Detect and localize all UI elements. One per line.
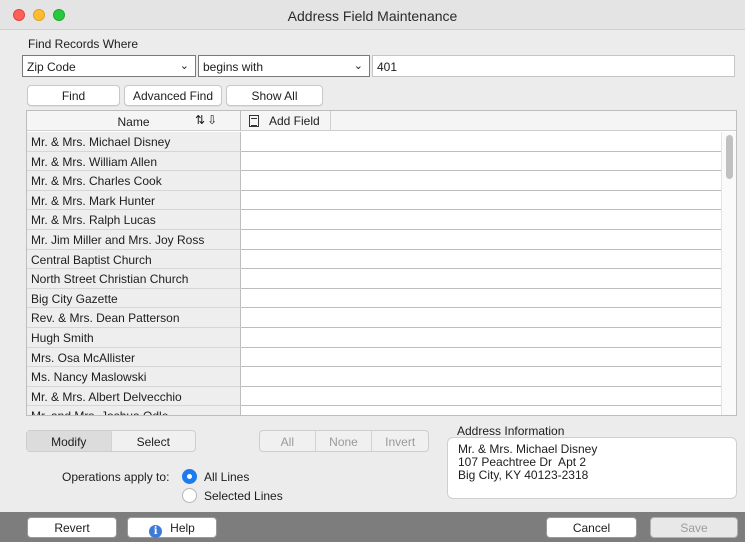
address-line-3: Big City, KY 40123-2318 xyxy=(458,468,589,482)
operations-label: Operations apply to: xyxy=(62,470,170,484)
field-cell[interactable] xyxy=(241,269,721,289)
table-row[interactable]: Mr. & Mrs. Mark Hunter xyxy=(27,190,736,211)
sort-custom-icon[interactable]: ⇩ xyxy=(207,113,219,127)
field-cell[interactable] xyxy=(241,249,721,270)
table-row[interactable]: Mrs. Osa McAllister xyxy=(27,347,736,368)
selected-lines-label[interactable]: Selected Lines xyxy=(204,489,283,503)
search-value-input[interactable]: 401 xyxy=(372,55,735,77)
table-row[interactable]: Mr. & Mrs. William Allen xyxy=(27,151,736,172)
all-lines-label[interactable]: All Lines xyxy=(204,470,249,484)
advanced-find-button[interactable]: Advanced Find xyxy=(124,85,222,106)
name-cell: Rev. & Mrs. Dean Patterson xyxy=(27,308,241,328)
field-cell[interactable] xyxy=(241,367,721,387)
table-row[interactable]: Big City Gazette xyxy=(27,288,736,309)
help-label: Help xyxy=(170,521,195,535)
find-button[interactable]: Find xyxy=(27,85,120,106)
field-select[interactable]: Zip Code ⌄ xyxy=(22,55,196,77)
name-cell: Hugh Smith xyxy=(27,327,241,348)
name-cell: North Street Christian Church xyxy=(27,269,241,289)
table-row[interactable]: Mr. & Mrs. Charles Cook xyxy=(27,171,736,191)
name-cell: Mr. & Mrs. Charles Cook xyxy=(27,171,241,191)
records-table: Name ⇅⇩ Add Field Mr. & Mrs. Michael Dis… xyxy=(26,110,737,416)
all-lines-radio[interactable] xyxy=(182,469,197,484)
save-button[interactable]: Save xyxy=(650,517,738,538)
help-button[interactable]: i Help xyxy=(127,517,217,538)
table-row[interactable]: Mr. and Mrs. Joshua Odle xyxy=(27,406,736,415)
field-cell[interactable] xyxy=(241,132,721,152)
name-cell: Mr. & Mrs. Michael Disney xyxy=(27,132,241,152)
revert-button[interactable]: Revert xyxy=(27,517,117,538)
scrollbar-thumb[interactable] xyxy=(726,135,733,179)
table-row[interactable]: Mr. Jim Miller and Mrs. Joy Ross xyxy=(27,229,736,250)
name-header-label: Name xyxy=(117,115,150,129)
operator-select[interactable]: begins with ⌄ xyxy=(198,55,370,77)
table-rows: Mr. & Mrs. Michael Disney Mr. & Mrs. Wil… xyxy=(27,132,736,415)
sort-az-icon[interactable]: ⇅ xyxy=(195,113,207,127)
table-row[interactable]: Mr. & Mrs. Albert Delvecchio xyxy=(27,386,736,407)
selected-lines-radio[interactable] xyxy=(182,488,197,503)
table-row[interactable]: Mr. & Mrs. Michael Disney xyxy=(27,132,736,152)
field-cell[interactable] xyxy=(241,210,721,230)
field-cell[interactable] xyxy=(241,406,721,415)
name-cell: Ms. Nancy Maslowski xyxy=(27,367,241,387)
table-header: Name ⇅⇩ Add Field xyxy=(27,111,736,131)
modify-mode-button[interactable]: Modify xyxy=(27,431,112,451)
invert-selection-button[interactable]: Invert xyxy=(372,431,428,451)
window-title: Address Field Maintenance xyxy=(287,8,458,24)
field-cell[interactable] xyxy=(241,190,721,211)
field-cell[interactable] xyxy=(241,386,721,407)
mode-segmented-control: Modify Select xyxy=(26,430,196,452)
show-all-button[interactable]: Show All xyxy=(226,85,323,106)
cancel-button[interactable]: Cancel xyxy=(546,517,637,538)
title-bar: Address Field Maintenance xyxy=(0,0,745,30)
select-mode-button[interactable]: Select xyxy=(112,431,196,451)
sort-icons: ⇅⇩ xyxy=(195,113,219,127)
table-scrollbar[interactable] xyxy=(721,132,736,415)
table-row[interactable]: Mr. & Mrs. Ralph Lucas xyxy=(27,210,736,230)
field-cell[interactable] xyxy=(241,347,721,368)
address-field-maintenance-window: Address Field Maintenance Find Records W… xyxy=(0,0,745,542)
field-cell[interactable] xyxy=(241,171,721,191)
operator-select-value: begins with xyxy=(203,60,264,74)
name-column-header[interactable]: Name ⇅⇩ xyxy=(27,111,241,131)
find-records-label: Find Records Where xyxy=(28,37,139,51)
table-row[interactable]: Rev. & Mrs. Dean Patterson xyxy=(27,308,736,328)
add-field-button[interactable]: Add Field xyxy=(241,111,331,131)
field-cell[interactable] xyxy=(241,288,721,309)
table-row[interactable]: Central Baptist Church xyxy=(27,249,736,270)
name-cell: Mrs. Osa McAllister xyxy=(27,347,241,368)
document-icon xyxy=(249,115,259,127)
select-none-button[interactable]: None xyxy=(316,431,373,451)
name-cell: Mr. & Mrs. Mark Hunter xyxy=(27,190,241,211)
bottom-toolbar: Revert i Help Cancel Save xyxy=(0,512,745,542)
field-select-value: Zip Code xyxy=(27,60,76,74)
chevron-down-icon: ⌄ xyxy=(179,60,189,72)
table-row[interactable]: Hugh Smith xyxy=(27,327,736,348)
field-cell[interactable] xyxy=(241,151,721,172)
select-all-button[interactable]: All xyxy=(260,431,316,451)
add-field-label: Add Field xyxy=(269,114,320,128)
field-cell[interactable] xyxy=(241,327,721,348)
field-cell[interactable] xyxy=(241,308,721,328)
name-cell: Big City Gazette xyxy=(27,288,241,309)
address-information-box: Mr. & Mrs. Michael Disney 107 Peachtree … xyxy=(447,437,737,499)
name-cell: Mr. and Mrs. Joshua Odle xyxy=(27,406,241,415)
chevron-down-icon: ⌄ xyxy=(353,60,363,72)
name-cell: Mr. & Mrs. William Allen xyxy=(27,151,241,172)
name-cell: Mr. Jim Miller and Mrs. Joy Ross xyxy=(27,229,241,250)
name-cell: Mr. & Mrs. Albert Delvecchio xyxy=(27,386,241,407)
field-cell[interactable] xyxy=(241,229,721,250)
name-cell: Mr. & Mrs. Ralph Lucas xyxy=(27,210,241,230)
info-icon: i xyxy=(149,525,163,538)
selection-segmented-control: All None Invert xyxy=(259,430,429,452)
name-cell: Central Baptist Church xyxy=(27,249,241,270)
table-row[interactable]: North Street Christian Church xyxy=(27,269,736,289)
table-row[interactable]: Ms. Nancy Maslowski xyxy=(27,367,736,387)
address-information-label: Address Information xyxy=(457,424,565,438)
